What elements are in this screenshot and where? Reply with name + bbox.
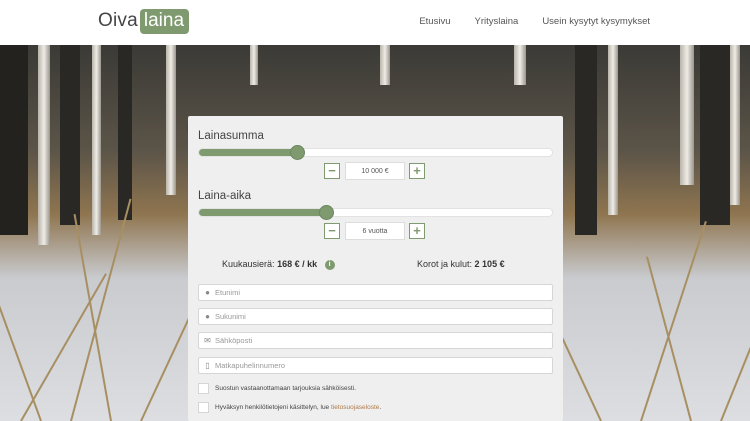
phone-icon: ▯ bbox=[205, 361, 210, 370]
loan-term-decrease-button[interactable]: − bbox=[324, 223, 340, 239]
consent-offers-text: Suostun vastaanottamaan tarjouksia sähkö… bbox=[215, 385, 356, 392]
last-name-input[interactable] bbox=[215, 312, 535, 321]
last-name-field[interactable]: ● bbox=[198, 308, 553, 325]
grass-stroke bbox=[640, 220, 707, 421]
tree-shape bbox=[92, 45, 101, 235]
phone-input[interactable] bbox=[215, 361, 535, 370]
mail-icon: ✉ bbox=[204, 336, 211, 345]
loan-calculator-panel: Lainasumma − 10 000 € + Laina-aika − 6 v… bbox=[188, 116, 563, 421]
tree-shape bbox=[250, 45, 258, 85]
tree-shape bbox=[575, 45, 597, 235]
logo[interactable]: Oiva laina bbox=[98, 8, 190, 34]
monthly-payment-value: 168 € / kk bbox=[277, 259, 318, 269]
logo-text-laina: laina bbox=[139, 8, 190, 34]
nav-yrityslaina[interactable]: Yrityslaina bbox=[474, 16, 518, 27]
interest-costs-label: Korot ja kulut: bbox=[417, 259, 473, 269]
first-name-field[interactable]: ● bbox=[198, 284, 553, 301]
loan-term-slider[interactable] bbox=[198, 205, 553, 220]
tree-shape bbox=[0, 45, 28, 235]
monthly-payment: Kuukausierä: 168 € / kk i bbox=[222, 259, 335, 270]
loan-term-value[interactable]: 6 vuotta bbox=[345, 222, 405, 240]
interest-costs: Korot ja kulut: 2 105 € bbox=[417, 259, 505, 269]
loan-term-label: Laina-aika bbox=[198, 190, 252, 202]
loan-amount-value[interactable]: 10 000 € bbox=[345, 162, 405, 180]
grass-stroke bbox=[20, 273, 107, 421]
consent-offers-row: Suostun vastaanottamaan tarjouksia sähkö… bbox=[198, 383, 356, 394]
consent-privacy-suffix: . bbox=[379, 404, 382, 411]
first-name-input[interactable] bbox=[215, 288, 535, 297]
person-icon: ● bbox=[205, 288, 210, 297]
nav-etusivu[interactable]: Etusivu bbox=[419, 16, 450, 27]
interest-costs-value: 2 105 € bbox=[474, 259, 505, 269]
tree-shape bbox=[38, 45, 50, 245]
nav-faq[interactable]: Usein kysytyt kysymykset bbox=[542, 16, 650, 27]
monthly-payment-label: Kuukausierä: bbox=[222, 259, 275, 269]
tree-shape bbox=[380, 45, 390, 85]
logo-text-oiva: Oiva bbox=[98, 10, 138, 31]
consent-privacy-text: Hyväksyn henkilötietojeni käsittelyn, lu… bbox=[215, 404, 381, 411]
loan-term-slider-handle[interactable] bbox=[319, 205, 334, 220]
tree-shape bbox=[514, 45, 526, 85]
privacy-policy-link[interactable]: tietosuojaseloste bbox=[331, 404, 379, 411]
loan-amount-slider[interactable] bbox=[198, 145, 553, 160]
consent-privacy-prefix: Hyväksyn henkilötietojeni käsittelyn, lu… bbox=[215, 404, 331, 411]
consent-privacy-row: Hyväksyn henkilötietojeni käsittelyn, lu… bbox=[198, 402, 381, 413]
consent-privacy-checkbox[interactable] bbox=[198, 402, 209, 413]
loan-amount-increase-button[interactable]: + bbox=[409, 163, 425, 179]
loan-amount-label: Lainasumma bbox=[198, 130, 264, 142]
info-icon[interactable]: i bbox=[324, 259, 335, 270]
tree-shape bbox=[680, 45, 694, 185]
loan-amount-slider-fill bbox=[199, 149, 298, 156]
loan-term-slider-fill bbox=[199, 209, 327, 216]
loan-amount-slider-handle[interactable] bbox=[290, 145, 305, 160]
email-input[interactable] bbox=[215, 336, 535, 345]
person-icon: ● bbox=[205, 312, 210, 321]
consent-offers-checkbox[interactable] bbox=[198, 383, 209, 394]
loan-amount-decrease-button[interactable]: − bbox=[324, 163, 340, 179]
grass-stroke bbox=[720, 235, 750, 421]
email-field[interactable]: ✉ bbox=[198, 332, 553, 349]
site-header: Oiva laina Etusivu Yrityslaina Usein kys… bbox=[0, 0, 750, 45]
phone-field[interactable]: ▯ bbox=[198, 357, 553, 374]
main-nav: Etusivu Yrityslaina Usein kysytyt kysymy… bbox=[395, 16, 650, 27]
loan-term-increase-button[interactable]: + bbox=[409, 223, 425, 239]
